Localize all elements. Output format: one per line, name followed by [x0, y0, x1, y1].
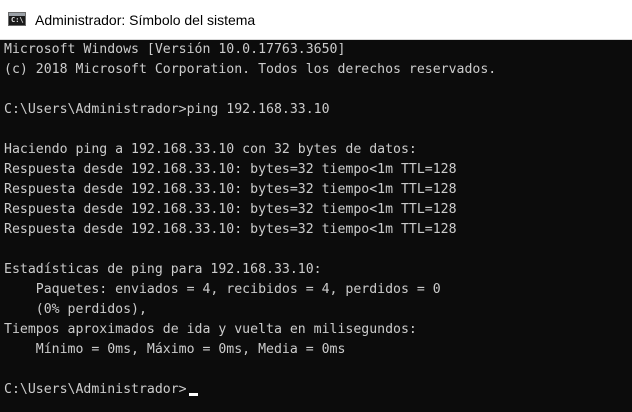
console-line: Estadísticas de ping para 192.168.33.10: — [4, 262, 322, 277]
window-title: Administrador: Símbolo del sistema — [35, 12, 256, 28]
console-icon-glyph: C:\ — [11, 16, 24, 24]
console-line: Mínimo = 0ms, Máximo = 0ms, Media = 0ms — [4, 342, 346, 357]
console-line: (c) 2018 Microsoft Corporation. Todos lo… — [4, 62, 497, 77]
console-line: C:\Users\Administrador>ping 192.168.33.1… — [4, 102, 330, 117]
console-line: Paquetes: enviados = 4, recibidos = 4, p… — [4, 282, 441, 297]
console-icon[interactable]: C:\ — [8, 12, 26, 26]
console-line: Respuesta desde 192.168.33.10: bytes=32 … — [4, 162, 457, 177]
console-output[interactable]: Microsoft Windows [Versión 10.0.17763.36… — [0, 40, 632, 412]
console-line: Haciendo ping a 192.168.33.10 con 32 byt… — [4, 142, 417, 157]
console-line: Respuesta desde 192.168.33.10: bytes=32 … — [4, 202, 457, 217]
text-cursor — [188, 393, 198, 396]
prompt-line[interactable]: C:\Users\Administrador> — [4, 380, 632, 400]
console-line: (0% perdidos), — [4, 302, 147, 317]
console-line: Microsoft Windows [Versión 10.0.17763.36… — [4, 42, 346, 57]
prompt-text: C:\Users\Administrador> — [4, 382, 187, 397]
console-line: Respuesta desde 192.168.33.10: bytes=32 … — [4, 222, 457, 237]
command-prompt-window: C:\ Administrador: Símbolo del sistema M… — [0, 0, 632, 412]
title-bar[interactable]: C:\ Administrador: Símbolo del sistema — [0, 0, 632, 40]
console-line: Tiempos aproximados de ida y vuelta en m… — [4, 322, 417, 337]
console-line: Respuesta desde 192.168.33.10: bytes=32 … — [4, 182, 457, 197]
